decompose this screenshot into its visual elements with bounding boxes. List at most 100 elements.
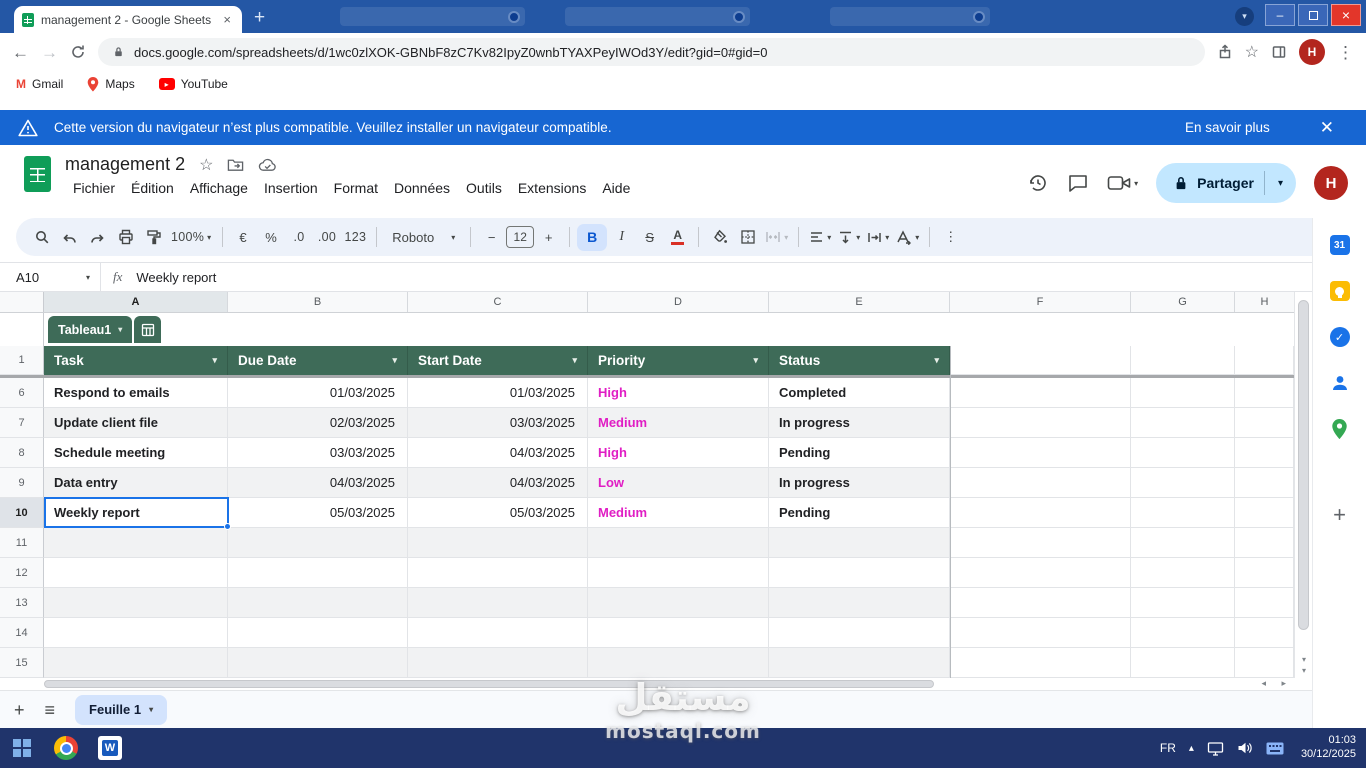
bookmark-maps[interactable]: Maps [87, 76, 135, 92]
clock[interactable]: 01:03 30/12/2025 [1301, 734, 1356, 762]
cell[interactable] [1235, 346, 1294, 375]
cell[interactable] [950, 618, 1131, 648]
menu-donnees[interactable]: Données [386, 178, 458, 198]
forward-icon[interactable]: → [41, 44, 58, 61]
cell[interactable] [769, 618, 950, 648]
text-wrap-icon[interactable]: ▾ [864, 224, 892, 251]
horizontal-scrollbar-thumb[interactable] [44, 680, 934, 688]
strikethrough-button[interactable]: S [636, 224, 663, 251]
cell[interactable] [950, 648, 1131, 678]
tasks-icon[interactable]: ✓ [1329, 326, 1351, 348]
increase-font-size-button[interactable]: + [535, 224, 562, 251]
formula-input[interactable]: Weekly report [136, 270, 216, 285]
cell[interactable] [228, 618, 408, 648]
cell[interactable] [408, 528, 588, 558]
font-select[interactable]: Roboto ▾ [384, 224, 463, 251]
cell[interactable] [588, 558, 769, 588]
browser-profile-avatar[interactable]: H [1299, 39, 1325, 65]
cell[interactable] [769, 648, 950, 678]
cell[interactable] [44, 588, 228, 618]
decrease-font-size-button[interactable]: − [478, 224, 505, 251]
font-size-input[interactable]: 12 [506, 226, 535, 248]
cell[interactable] [588, 588, 769, 618]
cell[interactable] [950, 378, 1131, 408]
sheet-menu-icon[interactable]: ▾ [149, 705, 153, 714]
row-number-9[interactable]: 9 [0, 468, 44, 498]
menu-extensions[interactable]: Extensions [510, 178, 594, 198]
cell-priority[interactable]: Low [588, 468, 769, 498]
merge-cells-icon[interactable]: ▾ [762, 224, 791, 251]
reload-icon[interactable] [70, 44, 86, 60]
row-number-6[interactable]: 6 [0, 378, 44, 408]
share-button[interactable]: Partager ▾ [1156, 163, 1296, 203]
vertical-scrollbar-thumb[interactable] [1298, 300, 1309, 630]
header-cell-task[interactable]: Task ▾ [44, 346, 228, 375]
cell[interactable] [1131, 558, 1235, 588]
filter-chevron-icon[interactable]: ▾ [392, 355, 397, 366]
table-options-icon[interactable] [134, 316, 162, 343]
cell-start-date[interactable]: 01/03/2025 [408, 378, 588, 408]
taskbar-word-icon[interactable]: W [88, 728, 132, 768]
menu-edition[interactable]: Édition [123, 178, 182, 198]
network-icon[interactable] [1207, 741, 1224, 756]
borders-icon[interactable] [734, 224, 761, 251]
scroll-left-icon[interactable]: ◂ [1261, 678, 1266, 689]
row-number-8[interactable]: 8 [0, 438, 44, 468]
column-header-d[interactable]: D [588, 292, 769, 312]
all-sheets-icon[interactable]: ≡ [45, 701, 56, 719]
column-header-b[interactable]: B [228, 292, 408, 312]
menu-insertion[interactable]: Insertion [256, 178, 326, 198]
cell[interactable] [950, 498, 1131, 528]
zoom-select[interactable]: 100% ▾ [168, 224, 215, 251]
cell-status[interactable]: Pending [769, 438, 950, 468]
cell[interactable] [44, 558, 228, 588]
scroll-right-icon[interactable]: ▸ [1281, 678, 1286, 689]
row-number-12[interactable]: 12 [0, 558, 44, 588]
horizontal-scrollbar[interactable]: ◂ ▸ [0, 678, 1312, 690]
paint-format-icon[interactable] [140, 224, 167, 251]
print-icon[interactable] [112, 224, 139, 251]
undo-icon[interactable] [56, 224, 83, 251]
bookmark-star-icon[interactable]: ☆ [1245, 42, 1259, 62]
cell[interactable] [408, 618, 588, 648]
italic-button[interactable]: I [608, 224, 635, 251]
filter-chevron-icon[interactable]: ▾ [934, 355, 939, 366]
fill-handle[interactable] [224, 523, 231, 530]
meet-video-icon[interactable]: ▾ [1107, 174, 1138, 192]
account-avatar[interactable]: H [1314, 166, 1348, 200]
cell[interactable] [408, 558, 588, 588]
sheets-logo[interactable] [24, 156, 51, 192]
cell-due-date[interactable]: 04/03/2025 [228, 468, 408, 498]
cell-status[interactable]: In progress [769, 408, 950, 438]
cell-start-date[interactable]: 04/03/2025 [408, 438, 588, 468]
cell[interactable] [1131, 408, 1235, 438]
filter-chevron-icon[interactable]: ▾ [572, 355, 577, 366]
cell[interactable] [1131, 498, 1235, 528]
tab-search-chevron-icon[interactable]: ▾ [1235, 7, 1254, 26]
fill-color-icon[interactable] [706, 224, 733, 251]
cell-task[interactable]: Data entry [44, 468, 228, 498]
scroll-down-icon[interactable]: ▾ [1295, 666, 1313, 675]
cell[interactable] [1131, 468, 1235, 498]
cell[interactable] [408, 648, 588, 678]
cell-due-date[interactable]: 02/03/2025 [228, 408, 408, 438]
cell[interactable] [1131, 588, 1235, 618]
contacts-icon[interactable] [1329, 372, 1351, 394]
column-header-f[interactable]: F [950, 292, 1131, 312]
redo-icon[interactable] [84, 224, 111, 251]
browser-menu-icon[interactable]: ⋮ [1337, 44, 1354, 61]
name-box[interactable]: A10 ▾ [0, 270, 100, 285]
header-cell-due-date[interactable]: Due Date ▾ [228, 346, 408, 375]
move-folder-icon[interactable] [227, 157, 244, 172]
cell-start-date[interactable]: 04/03/2025 [408, 468, 588, 498]
row-number-1[interactable]: 1 [0, 346, 44, 375]
percent-format-button[interactable]: % [258, 224, 285, 251]
star-document-icon[interactable]: ☆ [199, 155, 213, 175]
cell-priority[interactable]: Medium [588, 408, 769, 438]
cell-due-date[interactable]: 03/03/2025 [228, 438, 408, 468]
column-header-c[interactable]: C [408, 292, 588, 312]
row-number-10[interactable]: 10 [0, 498, 44, 528]
currency-format-button[interactable]: € [230, 224, 257, 251]
row-number-7[interactable]: 7 [0, 408, 44, 438]
banner-close-icon[interactable]: ✕ [1320, 119, 1334, 136]
